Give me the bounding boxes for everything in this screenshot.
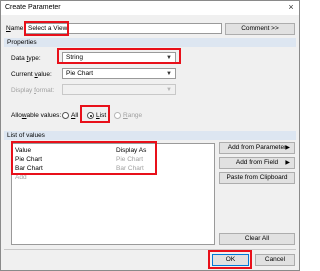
current-value-select[interactable]: Pie Chart ▼ xyxy=(62,68,176,79)
current-value-value: Pie Chart xyxy=(66,70,94,77)
add-from-parameter-button[interactable]: Add from Parameter ▶ xyxy=(219,142,295,154)
radio-all[interactable] xyxy=(62,112,69,119)
list-of-values-header-label: List of values xyxy=(7,132,45,139)
allowable-values-label: Allowable values: xyxy=(11,112,62,119)
radio-range-label: Range xyxy=(123,112,143,119)
footer-divider xyxy=(4,249,296,250)
chevron-down-icon: ▼ xyxy=(166,71,172,77)
clear-all-label: Clear All xyxy=(244,235,270,242)
highlight-data-type xyxy=(57,48,181,64)
highlight-list xyxy=(80,105,110,123)
highlight-ok xyxy=(208,250,252,269)
title-bar: Create Parameter × xyxy=(1,1,299,15)
create-parameter-dialog: Create Parameter × Name: Select a View C… xyxy=(0,0,300,271)
current-value-label: Current value: xyxy=(11,71,52,78)
cancel-label: Cancel xyxy=(264,256,286,263)
chevron-down-icon: ▼ xyxy=(166,87,172,93)
add-from-parameter-label: Add from Parameter xyxy=(227,144,287,151)
radio-range[interactable] xyxy=(114,112,121,119)
add-placeholder[interactable]: Add xyxy=(15,174,27,181)
highlight-list-values xyxy=(11,141,157,175)
highlight-name xyxy=(24,21,69,36)
close-icon[interactable]: × xyxy=(286,2,296,12)
radio-all-label: All xyxy=(71,112,79,119)
triangle-right-icon: ▶ xyxy=(285,145,290,151)
add-from-field-button[interactable]: Add from Field ▶ xyxy=(219,157,295,169)
properties-header: Properties xyxy=(4,38,296,47)
cancel-button[interactable]: Cancel xyxy=(255,254,295,266)
add-from-field-label: Add from Field xyxy=(235,159,279,166)
clear-all-button[interactable]: Clear All xyxy=(219,233,295,245)
paste-from-clipboard-button[interactable]: Paste from Clipboard xyxy=(219,172,295,184)
paste-from-clipboard-label: Paste from Clipboard xyxy=(226,174,288,181)
properties-header-label: Properties xyxy=(7,39,37,46)
dialog-title: Create Parameter xyxy=(5,4,61,11)
name-label: Name: xyxy=(6,25,26,32)
comment-button-label: Comment >> xyxy=(241,25,279,32)
display-format-label: Display format: xyxy=(11,87,55,94)
triangle-right-icon: ▶ xyxy=(285,160,290,166)
data-type-label: Data type: xyxy=(11,55,41,62)
list-of-values-header: List of values xyxy=(4,131,296,140)
comment-button[interactable]: Comment >> xyxy=(225,23,295,35)
display-format-select[interactable]: ▼ xyxy=(62,84,176,95)
